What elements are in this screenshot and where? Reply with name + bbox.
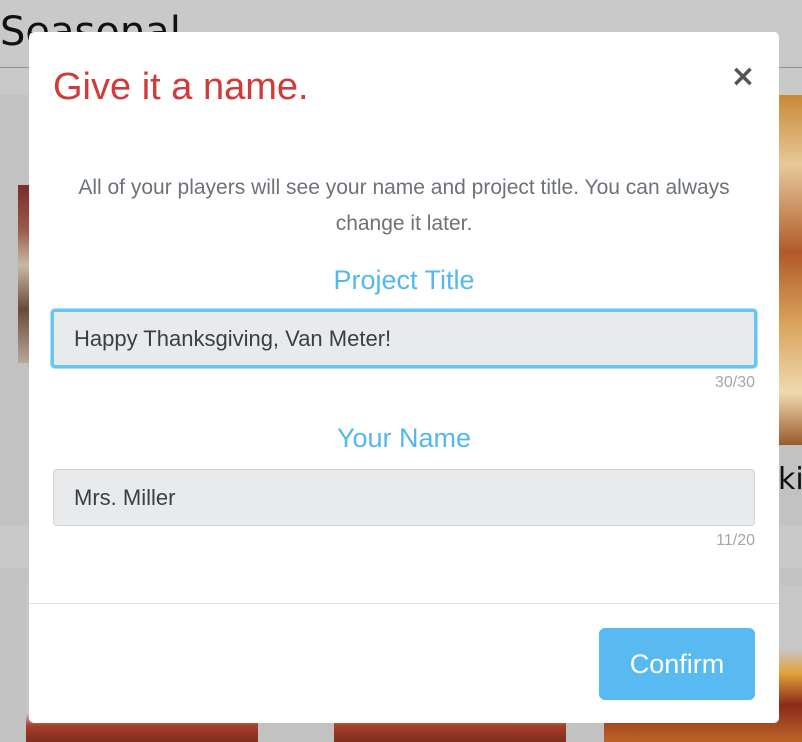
your-name-label: Your Name bbox=[336, 423, 472, 453]
project-caption: ki bbox=[778, 462, 802, 497]
project-title-label: Project Title bbox=[333, 265, 475, 295]
close-icon: × bbox=[730, 59, 756, 94]
your-name-input[interactable] bbox=[53, 469, 755, 526]
close-button[interactable]: × bbox=[729, 62, 757, 92]
project-title-input[interactable] bbox=[51, 309, 757, 368]
dialog-title: Give it a name. bbox=[53, 66, 309, 108]
project-thumbnail bbox=[779, 95, 802, 445]
dialog-description: All of your players will see your name a… bbox=[78, 176, 730, 235]
confirm-button[interactable]: Confirm bbox=[599, 628, 755, 700]
your-name-counter: 11/20 bbox=[716, 532, 755, 549]
dialog-footer-divider bbox=[29, 603, 779, 604]
name-dialog: Give it a name. × All of your players wi… bbox=[29, 32, 779, 723]
project-title-counter: 30/30 bbox=[714, 374, 755, 391]
